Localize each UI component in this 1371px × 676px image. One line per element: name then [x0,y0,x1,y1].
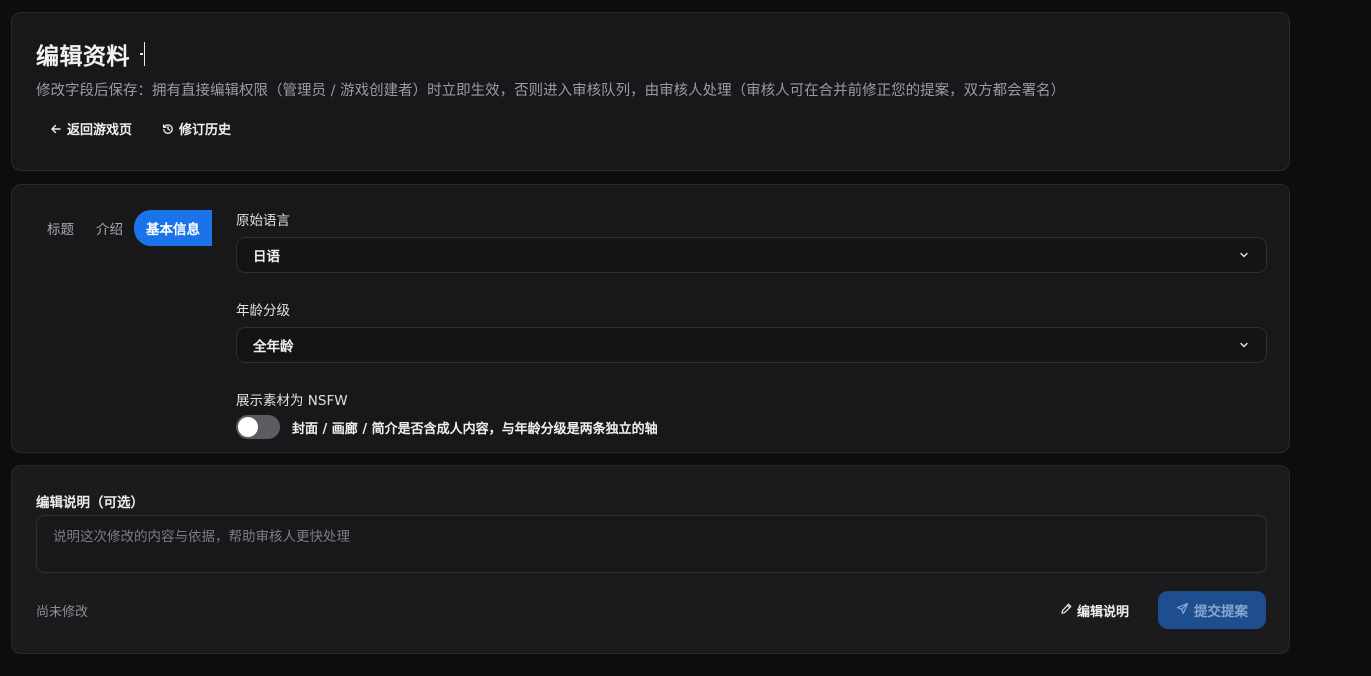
edit-notes-label: 编辑说明（可选） [36,495,144,511]
send-icon [1176,602,1189,619]
nsfw-toggle[interactable] [236,415,280,439]
text-cursor [140,42,145,66]
edit-notes-button-label: 编辑说明 [1077,605,1130,620]
tab-basic-info[interactable]: 基本信息 [134,210,212,246]
language-select[interactable]: 日语 [236,237,1267,273]
nsfw-field: 展示素材为 NSFW 封面 / 画廊 / 简介是否含成人内容，与年龄分级是两条独… [236,389,1267,439]
submit-proposal-button[interactable]: 提交提案 [1158,591,1266,629]
language-label: 原始语言 [236,213,290,229]
tab-intro[interactable]: 介绍 [85,210,134,246]
page-subtitle: 修改字段后保存：拥有直接编辑权限（管理员 / 游戏创建者）时立即生效，否则进入审… [36,83,1066,99]
tab-title[interactable]: 标题 [36,210,85,246]
nsfw-label: 展示素材为 NSFW [236,393,348,409]
header-card: 编辑资料 修改字段后保存：拥有直接编辑权限（管理员 / 游戏创建者）时立即生效，… [11,12,1290,171]
age-rating-select[interactable]: 全年龄 [236,327,1267,363]
chevron-down-icon [1238,249,1250,261]
chevron-down-icon [1238,339,1250,351]
age-rating-label: 年龄分级 [236,303,290,319]
back-to-game-button[interactable]: 返回游戏页 [50,119,132,138]
language-field: 原始语言 日语 [236,209,1267,273]
language-value: 日语 [253,249,280,265]
edit-notes-button[interactable]: 编辑说明 [1060,601,1129,620]
revision-history-label: 修订历史 [179,123,232,138]
edit-notes-card: 编辑说明（可选） 尚未修改 编辑说明 提交提案 [11,465,1290,654]
toggle-knob [238,417,258,437]
edit-card: 标题 介绍 基本信息 原始语言 日语 年龄分级 全年龄 展示素材为 NSFW 封… [11,184,1290,453]
arrow-left-icon [50,123,62,135]
history-icon [162,123,174,135]
back-to-game-label: 返回游戏页 [67,123,133,138]
submit-proposal-label: 提交提案 [1194,604,1248,620]
age-rating-field: 年龄分级 全年龄 [236,299,1267,363]
basic-info-form: 原始语言 日语 年龄分级 全年龄 展示素材为 NSFW 封面 / 画廊 / 简介… [236,209,1267,439]
revision-history-button[interactable]: 修订历史 [162,119,231,138]
header-links: 返回游戏页 修订历史 [50,119,231,138]
age-rating-value: 全年龄 [253,339,294,355]
change-status-text: 尚未修改 [36,605,89,620]
nsfw-toggle-row: 封面 / 画廊 / 简介是否含成人内容，与年龄分级是两条独立的轴 [236,415,1267,439]
pencil-icon [1060,602,1073,619]
edit-notes-input[interactable] [36,515,1267,573]
nsfw-description: 封面 / 画廊 / 简介是否含成人内容，与年龄分级是两条独立的轴 [292,421,658,437]
section-tabs: 标题 介绍 基本信息 [36,210,213,246]
page-title: 编辑资料 [36,44,130,70]
